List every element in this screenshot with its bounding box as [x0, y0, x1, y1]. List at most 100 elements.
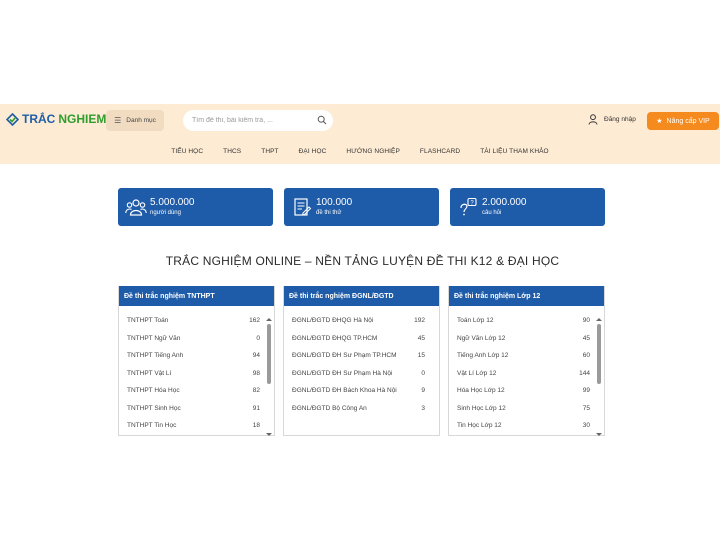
item-count: 3: [421, 404, 425, 412]
stat-card-exams: 100.000 đề thi thử: [284, 188, 439, 226]
list-item[interactable]: TNTHPT Toán 162: [127, 317, 260, 329]
list-item[interactable]: Hóa Học Lớp 12 99: [457, 387, 590, 399]
item-name: ĐGNL/ĐGTD Bộ Công An: [292, 404, 367, 412]
item-name: Hóa Học Lớp 12: [457, 387, 505, 394]
panel-list: Toán Lớp 12 90 Ngữ Văn Lớp 12 45 Tiếng Anh…: [449, 306, 604, 436]
scroll-down-icon[interactable]: [596, 433, 602, 436]
list-item[interactable]: ĐGNL/ĐGTD ĐH Sư Phạm TP.HCM 15: [292, 352, 425, 364]
nav-item-tieu-hoc[interactable]: TIỂU HỌC: [161, 148, 213, 155]
nav-item-huong-nghiep[interactable]: HƯỚNG NGHIỆP: [336, 148, 410, 155]
list-item[interactable]: Tiếng Anh Lớp 12 60: [457, 352, 590, 364]
scroll-thumb[interactable]: [597, 324, 601, 384]
nav-item-flashcard[interactable]: FLASHCARD: [410, 148, 470, 155]
page-title: TRẮC NGHIỆM ONLINE – NỀN TẢNG LUYỆN ĐỀ T…: [165, 254, 560, 268]
stat-users-value: 5.000.000: [150, 196, 195, 208]
scroll-up-icon[interactable]: [596, 318, 602, 321]
stat-users-label: người dùng: [150, 209, 181, 216]
list-item[interactable]: TNTHPT Tin Học 18: [127, 422, 260, 434]
search-icon[interactable]: [317, 115, 327, 125]
hamburger-icon: ☰: [114, 116, 122, 125]
nav-item-thpt[interactable]: THPT: [251, 148, 288, 155]
item-name: ĐGNL/ĐGTD ĐHQG TP.HCM: [292, 334, 378, 342]
list-item[interactable]: ĐGNL/ĐGTD ĐHQG TP.HCM 45: [292, 335, 425, 347]
item-name: ĐGNL/ĐGTD ĐH Bách Khoa Hà Nội: [292, 387, 397, 394]
category-menu-button[interactable]: ☰ Danh mục: [106, 110, 164, 131]
item-name: ĐGNL/ĐGTD ĐH Sư Phạm TP.HCM: [292, 352, 397, 359]
panel-title[interactable]: Đề thi trắc nghiệm ĐGNL/ĐGTD: [284, 286, 439, 306]
panel-title[interactable]: Đề thi trắc nghiệm Lớp 12: [449, 286, 604, 306]
list-item[interactable]: TNTHPT Tiếng Anh 94: [127, 352, 260, 364]
item-count: 75: [582, 404, 590, 412]
category-menu-label: Danh mục: [126, 117, 156, 124]
list-item[interactable]: Sinh Học Lớp 12 75: [457, 405, 590, 417]
list-item[interactable]: TNTHPT Sinh Học 91: [127, 405, 260, 417]
item-name: Tin Học Lớp 12: [457, 422, 502, 429]
list-item[interactable]: Tin Học Lớp 12 30: [457, 422, 590, 434]
item-count: 99: [582, 387, 590, 394]
list-item[interactable]: ĐGNL/ĐGTD Bộ Công An 3: [292, 405, 425, 417]
item-count: 9: [421, 387, 425, 394]
exam-icon: [288, 197, 316, 217]
logo-text-part2: NGHIEM: [58, 112, 107, 126]
item-count: 94: [252, 352, 260, 359]
item-count: 90: [582, 317, 590, 324]
panel-dgnl: Đề thi trắc nghiệm ĐGNL/ĐGTD ĐGNL/ĐGTD Đ…: [283, 286, 440, 436]
page: TRẮC NGHIEM ☰ Danh mục Đăng nhập ★ Nâng …: [0, 0, 720, 540]
list-item[interactable]: TNTHPT Vật Lí 98: [127, 370, 260, 382]
site-logo[interactable]: TRẮC NGHIEM: [6, 112, 106, 126]
list-item[interactable]: Vật Lí Lớp 12 144: [457, 370, 590, 382]
scrollbar[interactable]: [266, 318, 272, 436]
search-box: [183, 110, 333, 131]
list-item[interactable]: ĐGNL/ĐGTD ĐH Sư Phạm Hà Nội 0: [292, 370, 425, 382]
login-link[interactable]: Đăng nhập: [588, 114, 636, 125]
list-item[interactable]: TNTHPT Hóa Học 82: [127, 387, 260, 399]
upgrade-vip-button[interactable]: ★ Nâng cấp VIP: [647, 112, 719, 130]
scroll-thumb[interactable]: [267, 324, 271, 384]
item-count: 18: [252, 422, 260, 429]
list-item[interactable]: ĐGNL/ĐGTD ĐHQG Hà Nội 192: [292, 317, 425, 329]
stat-exams-label: đề thi thử: [316, 209, 342, 216]
list-item[interactable]: TNTHPT Ngữ Văn 0: [127, 335, 260, 347]
search-input[interactable]: [192, 117, 312, 124]
panel-title[interactable]: Đề thi trắc nghiệm TNTHPT: [119, 286, 274, 306]
scroll-up-icon[interactable]: [266, 318, 272, 321]
panel-tnthpt: Đề thi trắc nghiệm TNTHPT TNTHPT Toán 162…: [118, 286, 275, 436]
item-count: 0: [256, 334, 260, 342]
item-count: 45: [582, 334, 590, 342]
item-name: TNTHPT Ngữ Văn: [127, 334, 181, 342]
item-count: 192: [414, 317, 425, 324]
item-name: Tiếng Anh Lớp 12: [457, 352, 509, 359]
item-name: TNTHPT Sinh Học: [127, 404, 181, 412]
question-icon: ?: [454, 197, 482, 217]
list-item[interactable]: Toán Lớp 12 90: [457, 317, 590, 329]
panel-list: ĐGNL/ĐGTD ĐHQG Hà Nội 192 ĐGNL/ĐGTD ĐHQG …: [284, 306, 439, 436]
nav-item-dai-hoc[interactable]: ĐẠI HỌC: [289, 148, 337, 155]
logo-mark-icon: [6, 112, 19, 126]
scrollbar[interactable]: [596, 318, 602, 436]
item-count: 82: [252, 387, 260, 394]
nav-item-thcs[interactable]: THCS: [213, 148, 251, 155]
item-name: Ngữ Văn Lớp 12: [457, 334, 506, 342]
item-count: 45: [417, 334, 425, 342]
item-count: 15: [417, 352, 425, 359]
item-name: TNTHPT Toán: [127, 317, 169, 324]
scroll-down-icon[interactable]: [266, 433, 272, 436]
panel-list: TNTHPT Toán 162 TNTHPT Ngữ Văn 0 TNTHPT Ti…: [119, 306, 274, 436]
stat-exams-value: 100.000: [316, 196, 353, 208]
item-name: ĐGNL/ĐGTD ĐH Sư Phạm Hà Nội: [292, 369, 393, 377]
list-item[interactable]: ĐGNL/ĐGTD ĐH Bách Khoa Hà Nội 9: [292, 387, 425, 399]
item-name: TNTHPT Hóa Học: [127, 387, 180, 394]
user-icon: [588, 114, 598, 125]
users-icon: [122, 198, 150, 216]
nav-item-tai-lieu[interactable]: TÀI LIỆU THAM KHẢO: [470, 148, 559, 155]
item-count: 98: [252, 369, 260, 377]
stat-card-questions: ? 2.000.000 câu hỏi: [450, 188, 605, 226]
item-name: ĐGNL/ĐGTD ĐHQG Hà Nội: [292, 317, 374, 324]
item-name: TNTHPT Vật Lí: [127, 369, 172, 377]
top-header: TRẮC NGHIEM ☰ Danh mục Đăng nhập ★ Nâng …: [0, 104, 720, 138]
item-name: TNTHPT Tiếng Anh: [127, 352, 184, 359]
item-name: Sinh Học Lớp 12: [457, 404, 506, 412]
item-count: 0: [421, 369, 425, 377]
item-count: 91: [252, 404, 260, 412]
list-item[interactable]: Ngữ Văn Lớp 12 45: [457, 335, 590, 347]
